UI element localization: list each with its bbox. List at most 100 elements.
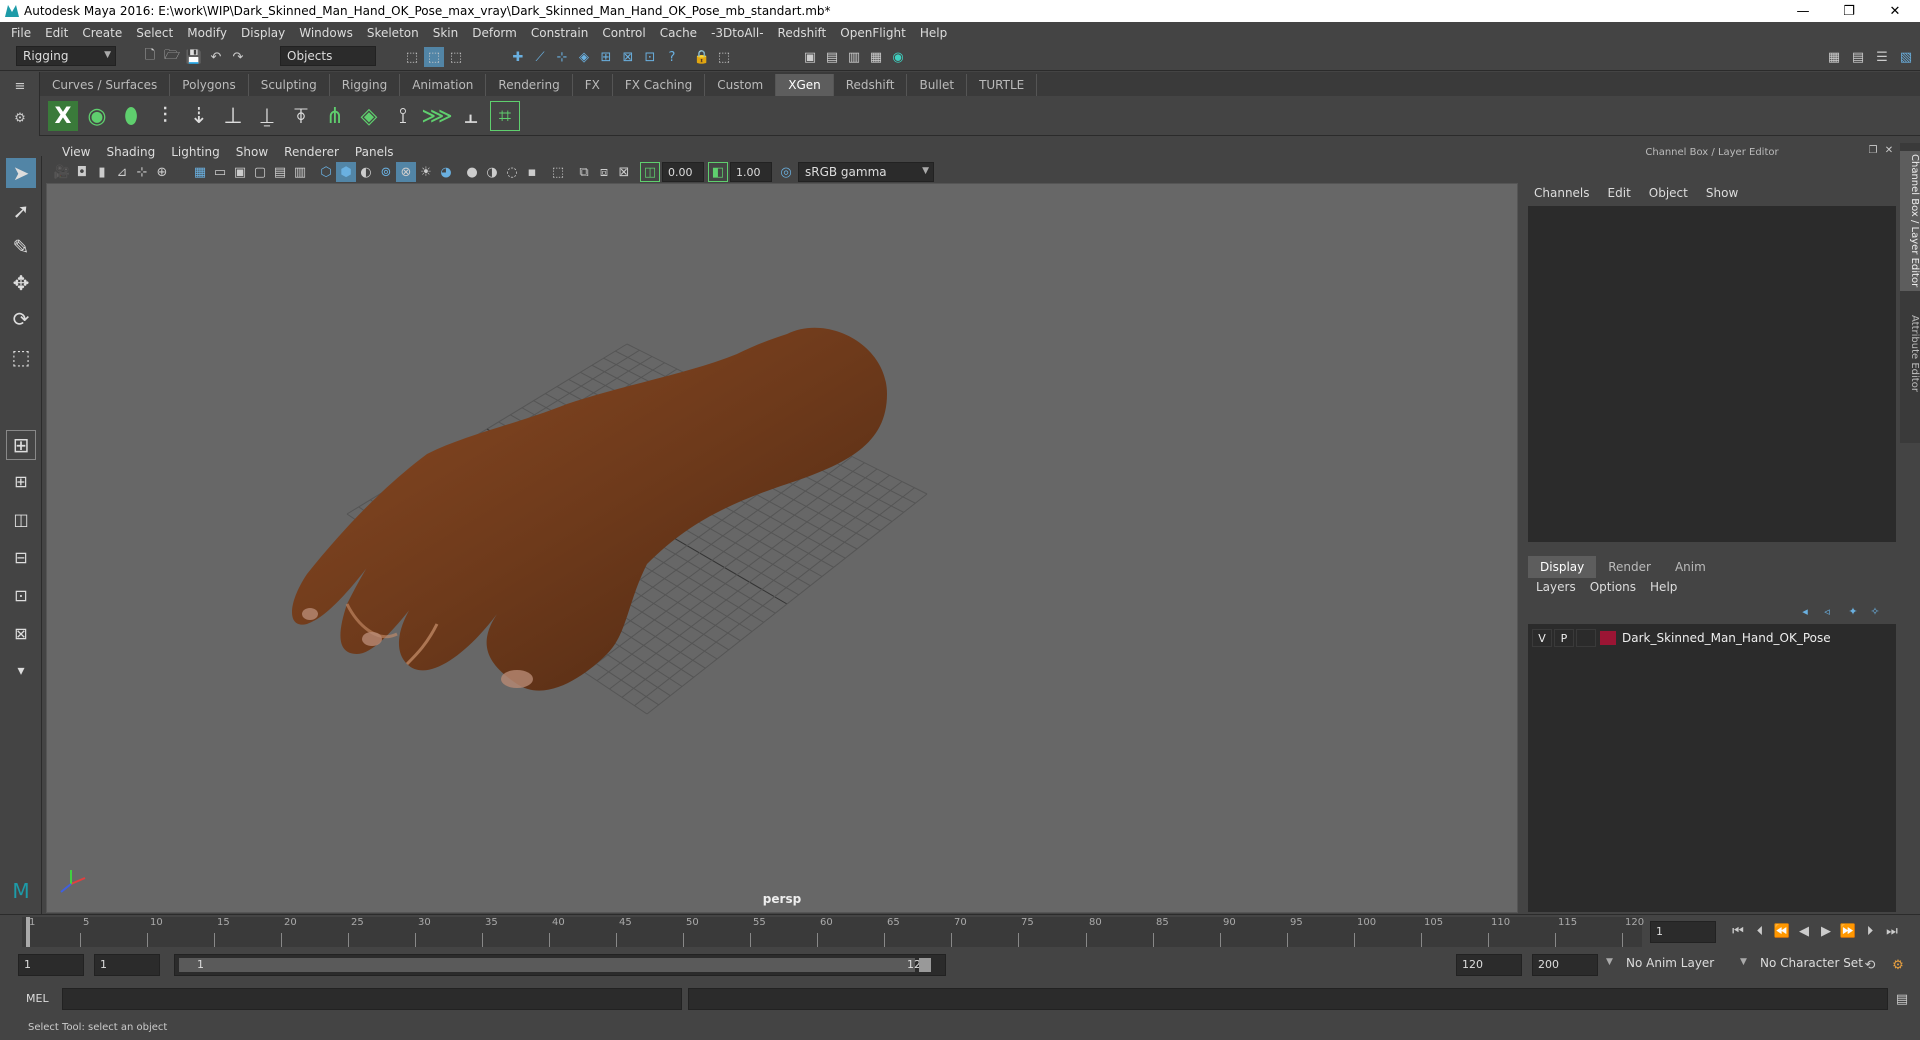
- range-end-handle[interactable]: [919, 958, 931, 972]
- exposure-icon[interactable]: ◫: [640, 162, 660, 182]
- menu-windows[interactable]: Windows: [299, 26, 353, 40]
- viewport-menu-renderer[interactable]: Renderer: [284, 145, 339, 159]
- channel-box-toggle-icon[interactable]: ▧: [1896, 47, 1916, 67]
- menu-redshift[interactable]: Redshift: [778, 26, 827, 40]
- range-bar-handle[interactable]: [179, 958, 915, 972]
- rotate-tool-icon[interactable]: ⟳: [6, 304, 36, 334]
- four-view-layout-icon[interactable]: ⊞: [6, 466, 36, 496]
- menuset-dropdown[interactable]: Rigging ▼: [16, 46, 116, 66]
- select-tool-icon[interactable]: ➤: [6, 158, 36, 188]
- command-language-label[interactable]: MEL: [26, 992, 49, 1005]
- xgen-create-description-icon[interactable]: ⬮: [116, 101, 146, 131]
- menu-constrain[interactable]: Constrain: [531, 26, 589, 40]
- move-tool-icon[interactable]: ✥: [6, 268, 36, 298]
- menu-openflight[interactable]: OpenFlight: [840, 26, 906, 40]
- animation-start-field[interactable]: 1: [18, 954, 84, 976]
- go-to-start-icon[interactable]: ⏮: [1728, 921, 1748, 941]
- edit-menu[interactable]: Edit: [1608, 186, 1631, 200]
- safe-action-icon[interactable]: ▤: [270, 162, 290, 182]
- channels-menu[interactable]: Channels: [1534, 186, 1590, 200]
- new-scene-icon[interactable]: 🗋: [140, 47, 160, 67]
- depth-of-field-icon[interactable]: ▪: [522, 162, 542, 182]
- side-tab-channel-box[interactable]: Channel Box / Layer Editor: [1900, 151, 1920, 291]
- perspective-viewport[interactable]: persp: [46, 183, 1518, 913]
- current-time-marker[interactable]: [26, 917, 30, 947]
- attribute-editor-toggle-icon[interactable]: ▤: [1848, 47, 1868, 67]
- menu-help[interactable]: Help: [920, 26, 947, 40]
- shelf-tab-redshift[interactable]: Redshift: [834, 74, 908, 96]
- snap-plane-icon[interactable]: ⊡: [640, 47, 660, 67]
- grid-icon[interactable]: ▦: [190, 162, 210, 182]
- snap-grid-icon[interactable]: ✚: [508, 47, 528, 67]
- hypershade-layout-icon[interactable]: ⊠: [6, 618, 36, 648]
- tool-settings-icon[interactable]: ☰: [1872, 47, 1892, 67]
- step-back-key-icon[interactable]: ⏪: [1772, 921, 1792, 941]
- lasso-tool-icon[interactable]: ➚: [6, 196, 36, 226]
- close-button[interactable]: ✕: [1872, 0, 1918, 22]
- select-by-component-icon[interactable]: ⬚: [446, 47, 466, 67]
- lock-icon[interactable]: 🔒: [692, 47, 712, 67]
- image-plane-icon[interactable]: ⊿: [112, 162, 132, 182]
- shelf-tab-sculpting[interactable]: Sculpting: [249, 74, 330, 96]
- xgen-toggle-icon[interactable]: ⌗: [490, 101, 520, 131]
- float-panel-icon[interactable]: ❐: [1866, 143, 1880, 157]
- render-current-icon[interactable]: ▤: [822, 47, 842, 67]
- gate-mask-icon[interactable]: ▣: [230, 162, 250, 182]
- layer-display-type[interactable]: [1576, 629, 1596, 647]
- undo-icon[interactable]: ↶: [206, 47, 226, 67]
- menu-select[interactable]: Select: [136, 26, 173, 40]
- snap-curve-icon[interactable]: ⟋: [530, 47, 550, 67]
- field-chart-icon[interactable]: ▢: [250, 162, 270, 182]
- shelf-tab-rendering[interactable]: Rendering: [486, 74, 573, 96]
- bookmark-icon[interactable]: ▮: [92, 162, 112, 182]
- shelf-tab-curves-surfaces[interactable]: Curves / Surfaces: [40, 74, 171, 96]
- xgen-comb-icon[interactable]: ⫠: [456, 101, 486, 131]
- xgen-place-guides-icon[interactable]: ⫶: [150, 101, 180, 131]
- layers-menu[interactable]: Layers: [1536, 580, 1576, 598]
- isolate-select-icon[interactable]: ⬚: [548, 162, 568, 182]
- step-back-frame-icon[interactable]: ⏴: [1750, 921, 1770, 941]
- scale-tool-icon[interactable]: ⬚: [6, 342, 36, 372]
- render-settings-icon[interactable]: ▦: [866, 47, 886, 67]
- character-set-dropdown[interactable]: ▼ No Character Set: [1738, 954, 1872, 976]
- viewport-menu-shading[interactable]: Shading: [106, 145, 155, 159]
- menu-cache[interactable]: Cache: [660, 26, 697, 40]
- grid-toggle-icon[interactable]: ⊹: [132, 162, 152, 182]
- snap-view-icon[interactable]: ◈: [574, 47, 594, 67]
- view-transform-dropdown[interactable]: sRGB gamma ▼: [798, 162, 934, 182]
- gamma-icon[interactable]: ◧: [708, 162, 728, 182]
- render-view-icon[interactable]: ▣: [800, 47, 820, 67]
- menu-modify[interactable]: Modify: [187, 26, 227, 40]
- go-to-end-icon[interactable]: ⏭: [1882, 921, 1902, 941]
- xray-active-icon[interactable]: ⧈: [594, 162, 614, 182]
- wireframe-on-shaded-icon[interactable]: ⊚: [376, 162, 396, 182]
- two-side-layout-icon[interactable]: ◫: [6, 504, 36, 534]
- object-menu[interactable]: Object: [1649, 186, 1688, 200]
- resolution-gate-icon[interactable]: ▭: [210, 162, 230, 182]
- layer-color-swatch[interactable]: [1600, 631, 1616, 645]
- playback-start-field[interactable]: 1: [94, 954, 160, 976]
- help-menu[interactable]: Help: [1650, 580, 1677, 598]
- menu-3dtoall[interactable]: -3DtoAll-: [711, 26, 763, 40]
- xgen-editor-icon[interactable]: X: [48, 101, 78, 131]
- persp-graph-layout-icon[interactable]: ⊟: [6, 542, 36, 572]
- default-material-icon[interactable]: ◐: [356, 162, 376, 182]
- time-ruler[interactable]: 1 5 10 15 20 25 30 35 40 45 50 55 60 65 70 75 80 85 90 95 10…: [22, 917, 1644, 947]
- channel-box-body[interactable]: [1528, 206, 1896, 542]
- snap-point-icon[interactable]: ⊹: [552, 47, 572, 67]
- tab-anim[interactable]: Anim: [1663, 556, 1718, 578]
- input-ops-icon[interactable]: ⬚: [714, 47, 734, 67]
- snap-surface-icon[interactable]: ⊞: [596, 47, 616, 67]
- shelf-tab-xgen[interactable]: XGen: [776, 74, 834, 96]
- move-layer-up-icon[interactable]: ◂: [1796, 602, 1814, 620]
- minimize-button[interactable]: —: [1780, 0, 1826, 22]
- tab-render[interactable]: Render: [1596, 556, 1663, 578]
- auto-key-icon[interactable]: ⟲: [1860, 955, 1880, 975]
- smooth-shade-icon[interactable]: ⬢: [336, 162, 356, 182]
- side-tab-attribute-editor[interactable]: Attribute Editor: [1900, 303, 1920, 403]
- toolbox-more-icon[interactable]: ▾: [6, 656, 36, 686]
- step-forward-frame-icon[interactable]: ⏵: [1860, 921, 1880, 941]
- shelf-tab-custom[interactable]: Custom: [705, 74, 777, 96]
- camera-attributes-icon[interactable]: ◘: [72, 162, 92, 182]
- persp-outliner-layout-icon[interactable]: ⊡: [6, 580, 36, 610]
